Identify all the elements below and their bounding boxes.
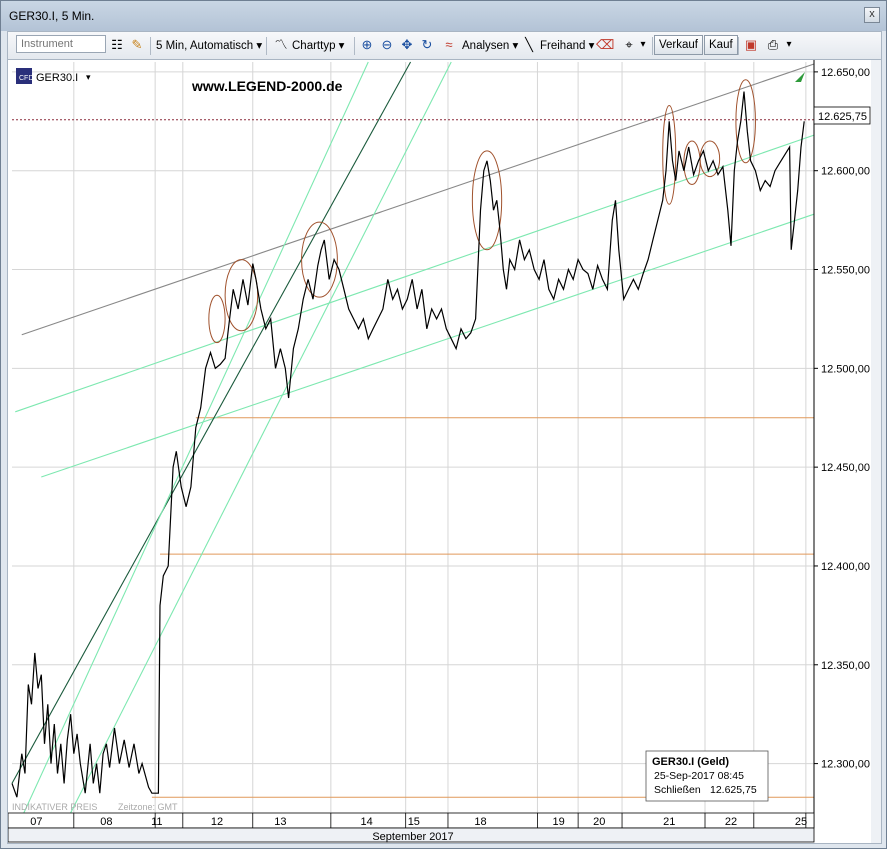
zoom-in-icon[interactable]: ⊕: [358, 36, 376, 54]
chevron-down-icon[interactable]: ▾: [780, 36, 798, 54]
indicator-label: INDIKATIVER PREIS: [12, 802, 97, 812]
freehand-line-icon: ╲: [525, 37, 533, 52]
close-button[interactable]: x: [864, 7, 880, 23]
analyses-dropdown[interactable]: Analysen ▾: [462, 36, 518, 56]
timeframe-label: 5 Min,: [156, 40, 188, 52]
x-tick-label: 21: [663, 816, 675, 828]
x-axis: 07 08 11 12 13 14 15 18 19 20 21 22 25 September 2017: [7, 812, 815, 843]
trend-up-icon: [795, 72, 805, 82]
x-tick-label: 22: [725, 816, 737, 828]
y-tick-label: 12.450,00: [821, 462, 870, 474]
x-tick-label: 25: [795, 816, 807, 828]
price-series-line: [11, 91, 805, 798]
freehand-label: Freihand: [540, 40, 586, 52]
y-tick-label: 12.500,00: [821, 363, 870, 375]
x-tick-label: 13: [274, 816, 286, 828]
info-box-datetime: 25-Sep-2017 08:45: [654, 770, 744, 782]
chart-scrollbar[interactable]: [871, 60, 881, 843]
toolbar-separator: [150, 37, 151, 55]
timezone-label: Zeitzone: GMT: [118, 802, 178, 812]
trend-line: [57, 61, 452, 839]
y-tick-label: 12.300,00: [821, 759, 870, 771]
x-tick-label: 18: [474, 816, 486, 828]
x-month-label: September 2017: [372, 831, 453, 843]
trend-line: [11, 61, 369, 839]
trend-lines: [11, 61, 815, 839]
instrument-search-input[interactable]: [16, 35, 106, 53]
chevron-down-icon: ▾: [86, 72, 91, 82]
price-chart[interactable]: CFD GER30.I ▾ www.LEGEND-2000.de INDIKAT…: [7, 60, 871, 843]
window-title: GER30.I, 5 Min.: [9, 9, 95, 23]
y-tick-label: 12.550,00: [821, 265, 870, 277]
highlight-ellipses: [208, 79, 756, 344]
info-box-title: GER30.I (Geld): [652, 756, 729, 768]
zoom-out-icon[interactable]: ⊖: [378, 36, 396, 54]
chart-type-dropdown[interactable]: Charttyp ▾: [292, 36, 344, 56]
fit-chart-icon[interactable]: ✥: [398, 36, 416, 54]
chart-symbol-label: GER30.I: [36, 72, 78, 84]
info-box: GER30.I (Geld) 25-Sep-2017 08:45 Schließ…: [645, 750, 769, 802]
analyses-label: Analysen: [462, 40, 510, 52]
buy-button[interactable]: Kauf: [704, 35, 738, 55]
line-chart-icon: 〽: [274, 37, 288, 52]
toolbar-separator: [652, 37, 653, 55]
toolbar-separator: [738, 37, 739, 55]
refresh-icon[interactable]: ↻: [418, 36, 436, 54]
x-tick-label: 07: [30, 816, 42, 828]
x-tick-label: 08: [100, 816, 112, 828]
chevron-down-icon: ▾: [338, 40, 345, 52]
highlight-ellipse: [208, 294, 226, 344]
chevron-down-icon[interactable]: ▾: [634, 36, 652, 54]
scale-mode-label: Automatisch: [189, 40, 254, 52]
chevron-down-icon: ▾: [512, 40, 519, 52]
toolbar-separator: [354, 37, 355, 55]
sell-button[interactable]: Verkauf: [654, 35, 703, 55]
x-tick-label: 20: [593, 816, 605, 828]
chevron-down-icon: ▾: [588, 40, 595, 52]
current-price-label: 12.625,75: [818, 111, 867, 123]
highlight-ellipse: [735, 79, 756, 164]
title-bar: GER30.I, 5 Min. x: [1, 1, 886, 31]
chart-window: GER30.I, 5 Min. x ☷ ✎ 5 Min, Automatisch…: [0, 0, 887, 849]
watermark-url: www.LEGEND-2000.de: [191, 78, 343, 94]
y-tick-label: 12.400,00: [821, 561, 870, 573]
x-tick-label: 12: [211, 816, 223, 828]
freehand-dropdown[interactable]: Freihand ▾: [540, 36, 594, 56]
trend-line: [41, 213, 815, 478]
chart-panel[interactable]: CFD GER30.I ▾ www.LEGEND-2000.de INDIKAT…: [7, 59, 882, 844]
toolbar: ☷ ✎ 5 Min, Automatisch ▾ 〽 Charttyp ▾ ⊕ …: [7, 31, 882, 61]
chart-options-icon[interactable]: ▣: [742, 36, 760, 54]
x-tick-label: 19: [552, 816, 564, 828]
instrument-list-icon[interactable]: ☷: [108, 36, 126, 54]
chart-type-label: Charttyp: [292, 40, 336, 52]
eraser-icon[interactable]: ⌫: [596, 36, 614, 54]
indicator-settings-icon[interactable]: ✎: [128, 36, 146, 54]
analysis-icon: ≈: [445, 37, 453, 52]
info-box-close-label: Schließen: [654, 784, 701, 796]
chevron-down-icon: ▾: [256, 40, 263, 52]
x-tick-label: 14: [361, 816, 373, 828]
y-tick-label: 12.350,00: [821, 660, 870, 672]
x-tick-label: 15: [408, 816, 420, 828]
horizontal-levels: [151, 417, 814, 798]
trend-line: [21, 63, 815, 336]
y-tick-label: 12.600,00: [821, 166, 870, 178]
y-tick-label: 12.650,00: [821, 67, 870, 79]
info-box-close-value: 12.625,75: [710, 784, 757, 796]
symbol-icon-glyph: CFD: [19, 75, 33, 82]
timeframe-dropdown[interactable]: 5 Min, Automatisch ▾: [156, 36, 262, 56]
y-axis: 12.650,00 12.600,00 12.550,00 12.500,00 12.4…: [813, 60, 870, 828]
x-tick-label: 11: [151, 816, 162, 828]
toolbar-separator: [266, 37, 267, 55]
trend-line: [15, 134, 815, 413]
